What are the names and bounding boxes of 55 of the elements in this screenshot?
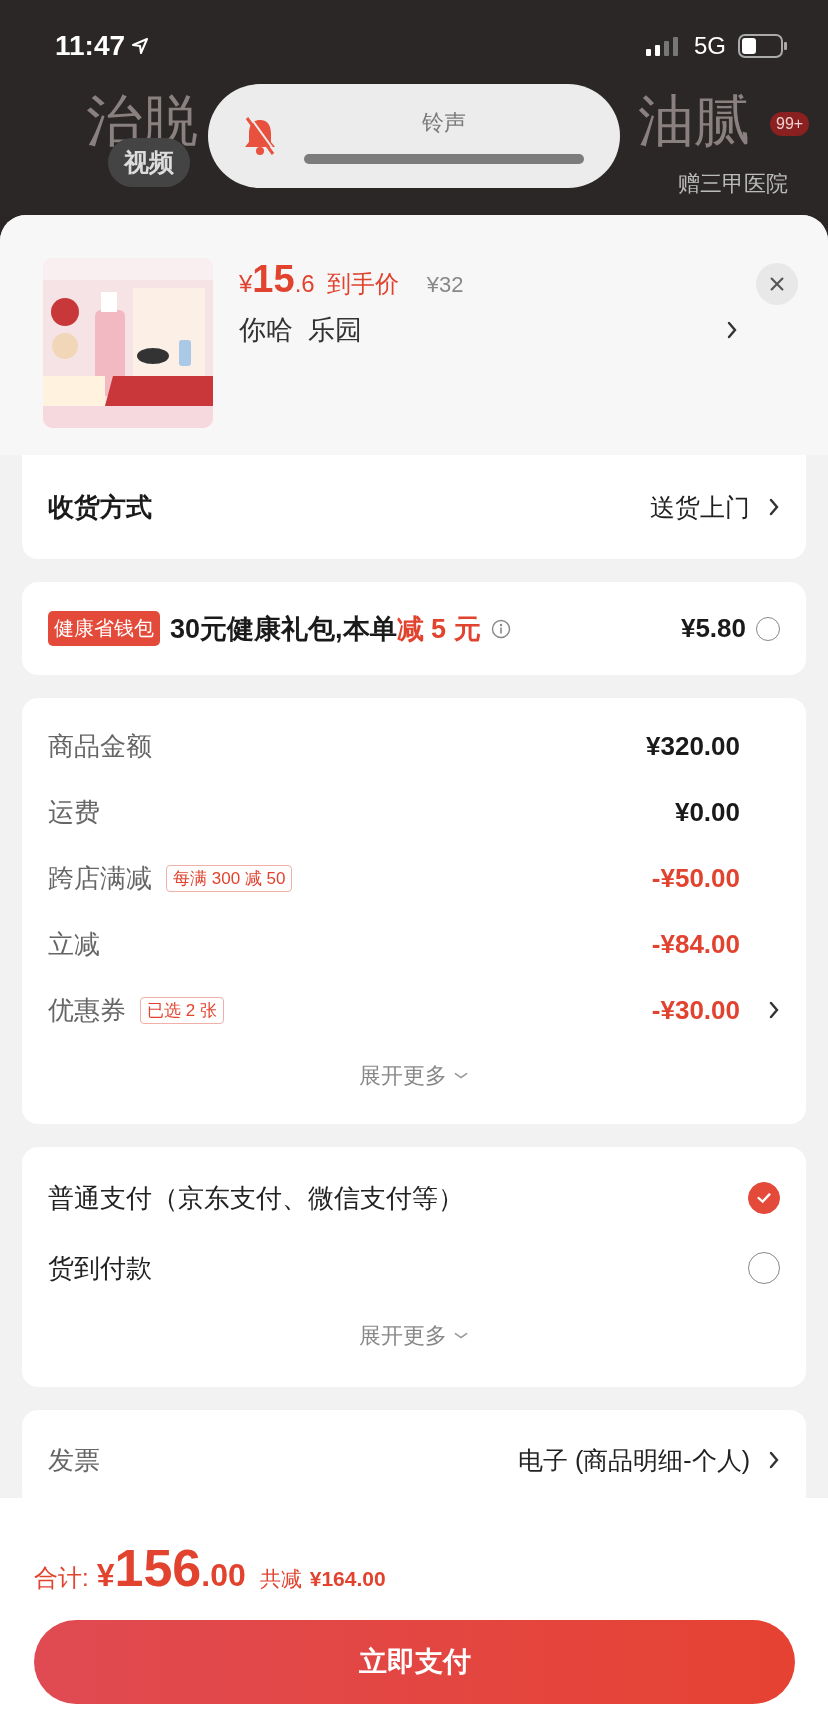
location-icon (131, 37, 150, 55)
amount-value: -¥50.00 (651, 862, 740, 894)
payment-option[interactable]: 普通支付（京东支付、微信支付等） (48, 1163, 780, 1233)
amount-value: -¥84.00 (651, 928, 740, 960)
final-price: ¥15.6 (239, 258, 315, 301)
close-icon (768, 275, 786, 293)
amount-value: ¥0.00 (674, 796, 740, 828)
saved-amount: ¥164.00 (309, 1567, 386, 1591)
expand-more-button[interactable]: 展开更多 (353, 1303, 475, 1369)
promo-tag: 每满 300 减 50 (166, 864, 293, 892)
battery-icon (738, 34, 788, 58)
badge: 99+ (770, 112, 810, 136)
amount-value: -¥30.00 (651, 994, 740, 1026)
amount-label: 立减 (48, 927, 100, 961)
product-name: 你哈 乐园 (239, 314, 362, 347)
clock: 11:47 (55, 30, 126, 62)
delivery-card[interactable]: 收货方式 送货上门 (22, 455, 806, 559)
info-icon[interactable] (490, 618, 511, 639)
pay-button[interactable]: 立即支付 (34, 1620, 795, 1704)
total-label: 合计: (34, 1563, 89, 1593)
ringer-label: 铃声 (422, 109, 466, 137)
chevron-icon (768, 497, 780, 517)
saved-label: 共减 (259, 1566, 302, 1592)
chevron-icon[interactable] (768, 1000, 780, 1020)
expand-more-button[interactable]: 展开更多 (353, 1043, 475, 1109)
chevron-down-icon (453, 1331, 469, 1341)
close-button[interactable] (756, 263, 798, 305)
chevron-icon[interactable] (726, 320, 738, 340)
delivery-value: 送货上门 (650, 491, 750, 523)
promo-tag: 已选 2 张 (140, 996, 224, 1024)
payment-option[interactable]: 货到付款 (48, 1233, 780, 1303)
total-amount: ¥156.00 (96, 1538, 246, 1598)
payment-label: 普通支付（京东支付、微信支付等） (48, 1181, 464, 1215)
amount-value: ¥320.00 (646, 730, 740, 762)
radio-button[interactable] (748, 1182, 780, 1214)
original-price: ¥32 (426, 272, 464, 298)
invoice-card[interactable]: 发票 电子 (商品明细-个人) (22, 1410, 806, 1498)
network-label: 5G (694, 32, 726, 60)
amount-label: 商品金额 (48, 729, 152, 763)
wallet-price: ¥5.80 (680, 613, 746, 644)
price-label: 到手价 (326, 269, 399, 299)
chevron-icon (768, 1450, 780, 1470)
amount-label: 跨店满减 (48, 861, 152, 895)
signal-icon (646, 36, 680, 56)
headline: 油腻 (638, 88, 750, 154)
invoice-value: 电子 (商品明细-个人) (518, 1444, 750, 1476)
hospital-tag: 赠三甲医院 (678, 170, 788, 199)
wallet-badge: 健康省钱包 (48, 611, 160, 646)
amount-label: 优惠券 (48, 993, 126, 1027)
delivery-label: 收货方式 (48, 490, 152, 524)
chevron-down-icon (453, 1071, 469, 1081)
amount-label: 运费 (48, 795, 100, 829)
payment-label: 货到付款 (48, 1251, 152, 1285)
wallet-offer: 30元健康礼包,本单减 5 元 (170, 612, 481, 646)
invoice-label: 发票 (48, 1443, 100, 1477)
